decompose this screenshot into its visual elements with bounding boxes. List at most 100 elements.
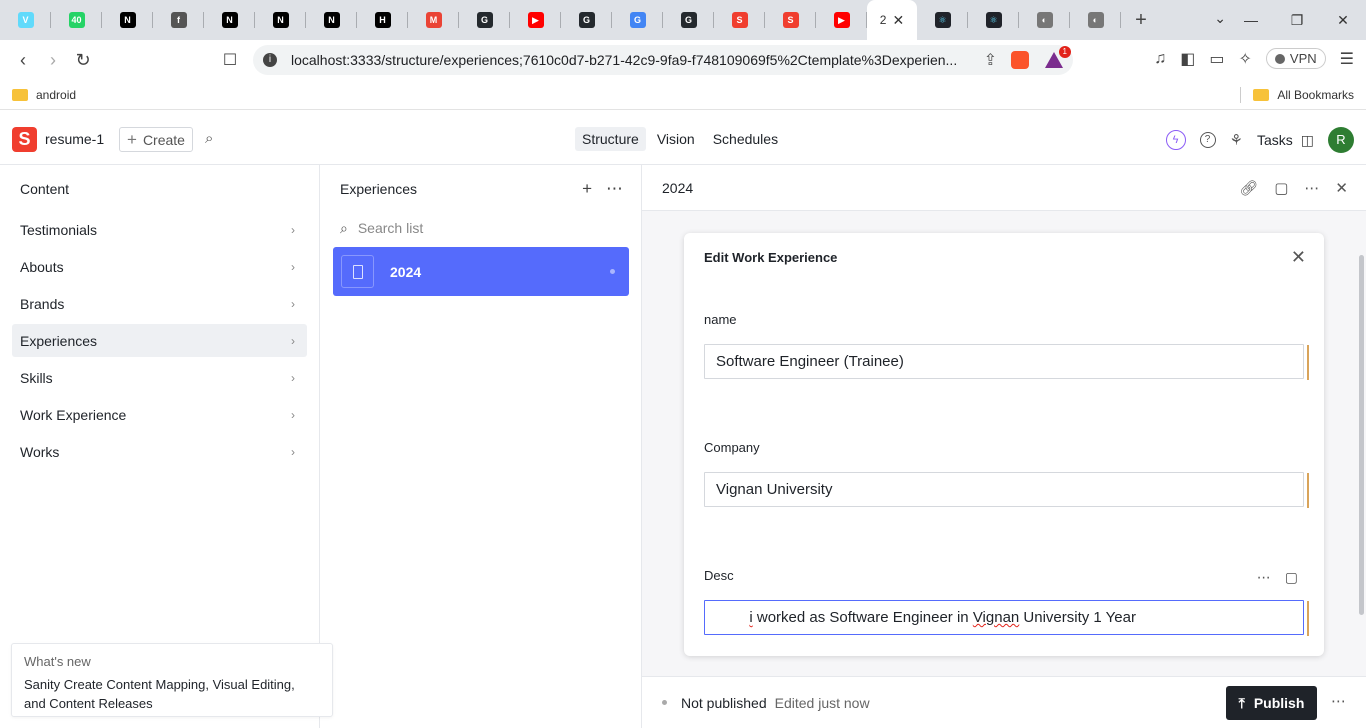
close-tab-icon[interactable]: ✕ — [892, 12, 904, 29]
react-icon: ⚛ — [985, 12, 1002, 28]
browser-tab[interactable]: N — [255, 0, 306, 40]
presence-icon[interactable]: ⚘ — [1230, 131, 1243, 149]
search-icon[interactable]: ⌕ — [205, 130, 213, 147]
list-search[interactable]: ⌕ Search list — [332, 213, 629, 243]
tasks-button[interactable]: Tasks ◫ — [1257, 132, 1314, 149]
browser-tab[interactable]: N — [306, 0, 357, 40]
bolt-icon[interactable]: ϟ — [1165, 130, 1186, 150]
forward-icon[interactable]: › — [38, 50, 68, 71]
nextjs-icon: N — [272, 12, 289, 28]
browser-tab[interactable]: G — [663, 0, 714, 40]
brave-shield-icon[interactable] — [1011, 51, 1029, 69]
more-options-icon[interactable]: ⋯ — [1257, 569, 1271, 586]
publish-button[interactable]: ⤒ Publish — [1226, 686, 1317, 720]
whats-new-text: Sanity Create Content Mapping, Visual Ed… — [24, 677, 295, 711]
browser-tab[interactable]: ⚛ — [917, 0, 968, 40]
site-info-icon[interactable]: i — [263, 53, 277, 67]
minimize-icon[interactable]: — — [1228, 0, 1274, 40]
all-bookmarks[interactable]: All Bookmarks — [1240, 86, 1354, 103]
browser-tab[interactable]: S — [714, 0, 765, 40]
bookmark-folder-android[interactable]: android — [12, 88, 76, 102]
restore-icon[interactable]: ❐ — [1274, 0, 1320, 40]
project-name[interactable]: resume-1 — [45, 131, 104, 147]
sidebar-icon[interactable]: ◧ — [1180, 49, 1195, 69]
browser-tab[interactable]: ▶ — [510, 0, 561, 40]
menu-item-works[interactable]: Works › — [12, 435, 307, 468]
search-list-input[interactable]: Search list — [358, 220, 423, 236]
avatar[interactable]: R — [1328, 127, 1354, 153]
desc-field[interactable]: i worked as Software Engineer in Vignan … — [704, 600, 1309, 636]
browser-tab[interactable]: G — [612, 0, 663, 40]
vpn-button[interactable]: VPN — [1265, 48, 1326, 69]
menu-item-work-experience[interactable]: Work Experience › — [12, 398, 307, 431]
close-window-icon[interactable]: ✕ — [1320, 0, 1366, 40]
document-title: 2024 — [662, 179, 694, 196]
globe-icon: ◐ — [1036, 12, 1053, 28]
reload-icon[interactable]: ↻ — [68, 50, 98, 71]
active-tab[interactable]: 2 ✕ — [867, 0, 917, 40]
url-text[interactable]: localhost:3333/structure/experiences;761… — [291, 52, 970, 68]
address-bar-row: ‹ › ↻ ☐ i localhost:3333/structure/exper… — [0, 40, 1366, 80]
browser-tab[interactable]: N — [102, 0, 153, 40]
brave-rewards-icon[interactable]: 1 — [1045, 46, 1071, 68]
menu-item-brands[interactable]: Brands › — [12, 287, 307, 320]
browser-tab[interactable]: 40 — [51, 0, 102, 40]
leo-ai-icon[interactable]: ✧ — [1239, 49, 1252, 69]
more-options-icon[interactable]: ⋯ — [1304, 179, 1319, 197]
bookmark-icon[interactable]: ☐ — [215, 50, 245, 70]
menu-item-skills[interactable]: Skills › — [12, 361, 307, 394]
browser-tab[interactable]: G — [561, 0, 612, 40]
browser-tab[interactable]: N — [204, 0, 255, 40]
comment-icon[interactable]: ▢ — [1274, 179, 1288, 197]
more-actions-icon[interactable]: ⋯ — [1331, 692, 1346, 710]
add-comment-icon[interactable]: ▢ — [1285, 569, 1298, 586]
link-icon[interactable]: 🔗︎ — [1239, 179, 1258, 197]
help-icon[interactable]: ? — [1199, 132, 1216, 148]
wallet-icon[interactable]: ▭ — [1209, 49, 1224, 69]
sanity-icon: S — [731, 12, 748, 28]
close-dialog-icon[interactable]: ✕ — [1291, 247, 1306, 268]
search-icon: ⌕ — [340, 219, 348, 236]
whats-new-card[interactable]: What's new Sanity Create Content Mapping… — [11, 643, 333, 717]
browser-tab[interactable]: M — [408, 0, 459, 40]
share-icon[interactable]: ⇪ — [984, 50, 997, 70]
browser-tab[interactable]: S — [765, 0, 816, 40]
google-icon: G — [629, 12, 646, 28]
menu-item-abouts[interactable]: Abouts › — [12, 250, 307, 283]
bookmarks-bar: android All Bookmarks — [0, 80, 1366, 110]
rewards-badge: 1 — [1058, 46, 1071, 58]
browser-tab[interactable]: ⚛ — [968, 0, 1019, 40]
url-bar[interactable]: i localhost:3333/structure/experiences;7… — [253, 45, 1073, 75]
publish-status: Not published — [681, 694, 767, 711]
browser-tab[interactable]: f — [153, 0, 204, 40]
tab-structure[interactable]: Structure — [575, 127, 646, 151]
name-field[interactable]: Software Engineer (Trainee) — [704, 344, 1309, 380]
browser-tab[interactable]: ◐ — [1019, 0, 1070, 40]
sanity-logo[interactable]: S — [12, 127, 37, 152]
tab-search-icon[interactable]: ⌄ — [1214, 10, 1226, 27]
new-tab-button[interactable]: + — [1121, 9, 1161, 32]
browser-tab[interactable]: V — [0, 0, 51, 40]
list-pane-title: Experiences + ⋯ — [320, 165, 641, 213]
back-icon[interactable]: ‹ — [8, 50, 38, 71]
close-pane-icon[interactable]: ✕ — [1335, 179, 1348, 197]
chevron-right-icon: › — [291, 407, 295, 422]
browser-tab[interactable]: H — [357, 0, 408, 40]
menu-icon[interactable]: ☰ — [1340, 49, 1354, 69]
tab-schedules[interactable]: Schedules — [706, 127, 785, 151]
menu-item-testimonials[interactable]: Testimonials › — [12, 213, 307, 246]
menu-item-experiences[interactable]: Experiences › — [12, 324, 307, 357]
scrollbar[interactable] — [1359, 255, 1364, 615]
chevron-right-icon: › — [291, 222, 295, 237]
create-button[interactable]: + Create — [119, 127, 193, 152]
list-item-2024[interactable]: 2024 — [333, 247, 629, 296]
music-icon[interactable]: ♫ — [1154, 50, 1166, 68]
browser-tab[interactable]: G — [459, 0, 510, 40]
browser-tab[interactable]: ▶ — [816, 0, 867, 40]
tab-vision[interactable]: Vision — [650, 127, 702, 151]
browser-tab[interactable]: ◐ — [1070, 0, 1121, 40]
company-field[interactable]: Vignan University — [704, 472, 1309, 508]
folder-icon — [1253, 88, 1270, 101]
add-document-icon[interactable]: + — [582, 179, 592, 199]
more-options-icon[interactable]: ⋯ — [606, 179, 623, 199]
